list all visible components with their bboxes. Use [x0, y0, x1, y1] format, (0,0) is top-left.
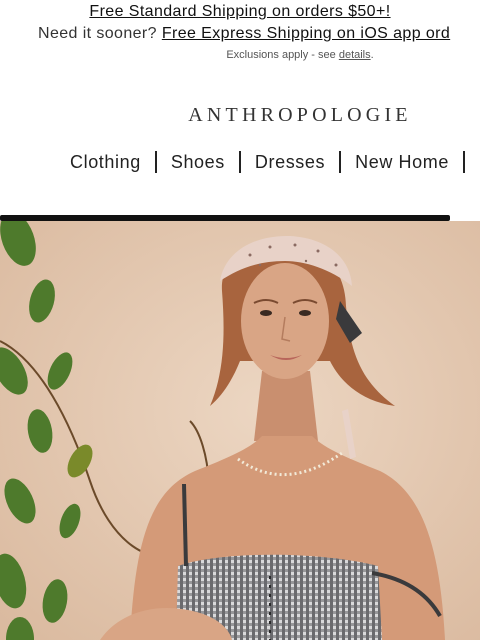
nav-divider [339, 151, 342, 173]
main-nav: Clothing Shoes Dresses New Home B [70, 151, 480, 173]
neck [254, 371, 318, 441]
nav-item-shoes[interactable]: Shoes [171, 152, 225, 173]
promo-line-standard: Free Standard Shipping on orders $50+! [0, 3, 480, 21]
free-standard-shipping-link[interactable]: Free Standard Shipping on orders $50+! [89, 3, 390, 20]
free-express-shipping-link[interactable]: Free Express Shipping on iOS app ord [162, 25, 450, 42]
top-strap-left [182, 483, 188, 567]
nav-item-dresses[interactable]: Dresses [255, 152, 325, 173]
nav-item-clothing[interactable]: Clothing [70, 152, 141, 173]
exclusions-prefix: Exclusions apply - see [226, 49, 336, 61]
brand-logo[interactable]: ANTHROPOLOGIE [0, 104, 480, 127]
exclusions-details-link[interactable]: details [339, 49, 371, 61]
promo-line-express: Need it sooner? Free Express Shipping on… [38, 25, 480, 43]
hero-photo [0, 221, 480, 640]
exclusions-note: Exclusions apply - see details. [0, 49, 480, 61]
promo-express-prefix: Need it sooner? [38, 25, 157, 42]
nav-divider [462, 151, 465, 173]
hero-banner[interactable] [0, 211, 480, 640]
exclusions-suffix: . [370, 49, 374, 61]
nav-divider [238, 151, 241, 173]
nav-item-new-home[interactable]: New Home [355, 152, 449, 173]
nav-divider [154, 151, 157, 173]
